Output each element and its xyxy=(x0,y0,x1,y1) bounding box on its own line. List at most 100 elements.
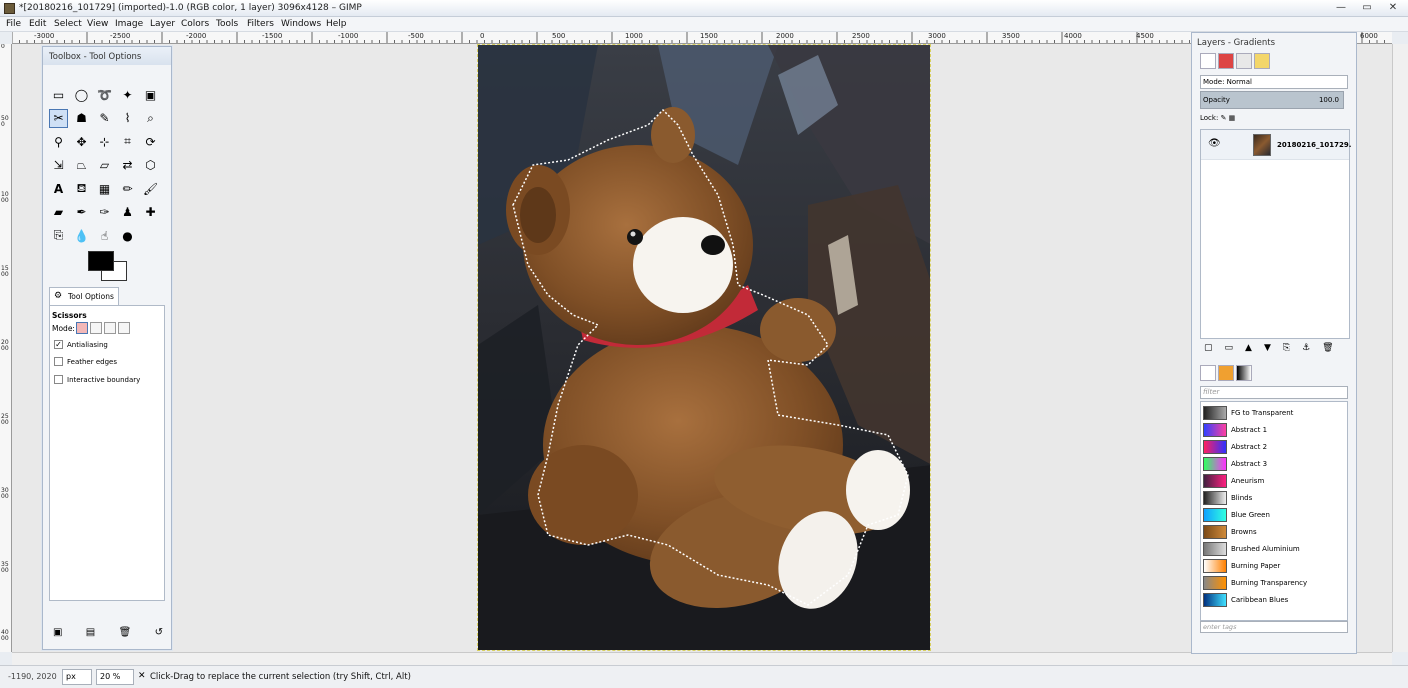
clone-tool-icon[interactable]: ⎘ xyxy=(49,226,68,245)
raise-layer-icon[interactable]: ▲ xyxy=(1245,343,1252,353)
antialiasing-checkbox[interactable]: ✓ xyxy=(54,340,63,349)
filter-input[interactable]: filter xyxy=(1200,386,1348,399)
tab-patterns[interactable] xyxy=(1218,365,1234,381)
scissors-select-tool-icon[interactable]: ✂ xyxy=(49,108,68,128)
feather-edges-option[interactable]: Feather edges xyxy=(54,357,117,366)
layer-mode-select[interactable]: Mode: Normal xyxy=(1200,75,1348,89)
zoom-tool-icon[interactable]: ⌕ xyxy=(141,109,160,128)
gradient-item[interactable]: Abstract 2 xyxy=(1201,438,1339,455)
image-canvas[interactable] xyxy=(477,44,931,651)
rotate-tool-icon[interactable]: ⟳ xyxy=(141,132,160,151)
bucket-fill-tool-icon[interactable]: ⛾ xyxy=(72,179,91,198)
mypaint-brush-tool-icon[interactable]: ♟ xyxy=(118,203,137,222)
tags-input[interactable]: enter tags xyxy=(1200,621,1348,633)
visibility-eye-icon[interactable]: 👁 xyxy=(1208,138,1221,149)
tab-layers[interactable] xyxy=(1200,53,1216,69)
maximize-button[interactable]: ▭ xyxy=(1356,2,1378,15)
cage-tool-icon[interactable]: ⬡ xyxy=(141,156,160,175)
pencil-tool-icon[interactable]: ✏ xyxy=(118,179,137,198)
menu-filters[interactable]: Filters xyxy=(247,19,274,29)
measure-tool-icon[interactable]: ⚲ xyxy=(49,132,68,151)
gradient-item[interactable]: Brushed Aluminium xyxy=(1201,540,1339,557)
tab-brushes[interactable] xyxy=(1200,365,1216,381)
gradient-item[interactable]: Burning Paper xyxy=(1201,557,1339,574)
gradient-item[interactable]: Burning Transparency xyxy=(1201,574,1339,591)
foreground-select-tool-icon[interactable]: ☗ xyxy=(72,109,91,128)
horizontal-scrollbar[interactable] xyxy=(12,652,1392,665)
zoom-select[interactable]: 20 % xyxy=(96,669,134,685)
vertical-scrollbar[interactable] xyxy=(1392,44,1408,652)
blur-tool-icon[interactable]: 💧 xyxy=(72,226,91,245)
unit-select[interactable]: px xyxy=(62,669,92,685)
menu-colors[interactable]: Colors xyxy=(181,19,209,29)
gradient-item[interactable]: Blinds xyxy=(1201,489,1339,506)
anchor-layer-icon[interactable]: ⚓ xyxy=(1302,343,1310,353)
duplicate-layer-icon[interactable]: ⎘ xyxy=(1283,343,1290,353)
free-select-tool-icon[interactable]: ➰ xyxy=(95,85,114,104)
new-group-icon[interactable]: ▭ xyxy=(1225,343,1234,353)
gradient-item[interactable]: Abstract 1 xyxy=(1201,421,1339,438)
gradient-item[interactable]: Browns xyxy=(1201,523,1339,540)
fuzzy-select-tool-icon[interactable]: ✦ xyxy=(118,85,137,104)
delete-layer-icon[interactable]: 🗑 xyxy=(1322,343,1333,353)
layer-row[interactable]: 👁 20180216_101729. xyxy=(1201,130,1351,160)
interactive-boundary-checkbox[interactable] xyxy=(54,375,63,384)
menu-select[interactable]: Select xyxy=(54,19,82,29)
blend-tool-icon[interactable]: ▦ xyxy=(95,179,114,198)
paths-tool-icon[interactable]: ✎ xyxy=(95,109,114,128)
gradient-item[interactable]: FG to Transparent xyxy=(1201,404,1339,421)
menu-tools[interactable]: Tools xyxy=(216,19,238,29)
gradient-item[interactable]: Caribbean Blues xyxy=(1201,591,1339,608)
save-options-icon[interactable]: ▣ xyxy=(53,627,62,638)
move-tool-icon[interactable]: ✥ xyxy=(72,132,91,151)
heal-tool-icon[interactable]: ✚ xyxy=(141,203,160,222)
smudge-tool-icon[interactable]: ☝ xyxy=(95,226,114,245)
mode-replace-button[interactable] xyxy=(76,322,88,334)
tab-paths[interactable] xyxy=(1236,53,1252,69)
airbrush-tool-icon[interactable]: ✒ xyxy=(72,203,91,222)
menu-view[interactable]: View xyxy=(87,19,108,29)
delete-options-icon[interactable]: 🗑 xyxy=(119,627,132,638)
lower-layer-icon[interactable]: ▼ xyxy=(1264,343,1271,353)
rect-select-tool-icon[interactable]: ▭ xyxy=(49,85,68,104)
menu-image[interactable]: Image xyxy=(115,19,143,29)
mode-subtract-button[interactable] xyxy=(104,322,116,334)
shear-tool-icon[interactable]: ⏢ xyxy=(72,156,91,175)
gradient-item[interactable]: Blue Green xyxy=(1201,506,1339,523)
mode-add-button[interactable] xyxy=(90,322,102,334)
gradient-item[interactable]: Abstract 3 xyxy=(1201,455,1339,472)
tab-undo[interactable] xyxy=(1254,53,1270,69)
tab-gradients[interactable] xyxy=(1236,365,1252,381)
perspective-tool-icon[interactable]: ⏥ xyxy=(95,156,114,175)
reset-options-icon[interactable]: ↺ xyxy=(155,627,163,638)
tab-channels[interactable] xyxy=(1218,53,1234,69)
paintbrush-tool-icon[interactable]: 🖌 xyxy=(141,179,160,198)
gradient-item[interactable]: Aneurism xyxy=(1201,472,1339,489)
scale-tool-icon[interactable]: ⇲ xyxy=(49,156,68,175)
antialiasing-option[interactable]: ✓ Antialiasing xyxy=(54,340,108,349)
feather-edges-checkbox[interactable] xyxy=(54,357,63,366)
by-color-select-tool-icon[interactable]: ▣ xyxy=(141,85,160,104)
text-tool-icon[interactable]: A xyxy=(49,179,68,198)
mode-intersect-button[interactable] xyxy=(118,322,130,334)
dodge-burn-tool-icon[interactable]: ● xyxy=(118,226,137,245)
close-button[interactable]: ✕ xyxy=(1382,2,1404,15)
menu-file[interactable]: File xyxy=(6,19,21,29)
menu-layer[interactable]: Layer xyxy=(150,19,175,29)
vertical-ruler[interactable]: 0 500 1000 1500 2000 2500 3000 3500 4000 xyxy=(0,44,12,652)
new-layer-icon[interactable]: ▢ xyxy=(1204,343,1213,353)
restore-options-icon[interactable]: ▤ xyxy=(86,627,95,638)
gradients-list[interactable]: FG to Transparent Abstract 1 Abstract 2 … xyxy=(1200,401,1348,621)
minimize-button[interactable]: — xyxy=(1330,2,1352,15)
foreground-color-swatch[interactable] xyxy=(88,251,114,271)
opacity-slider[interactable]: Opacity 100.0 xyxy=(1200,91,1344,109)
menu-edit[interactable]: Edit xyxy=(29,19,46,29)
horizontal-ruler[interactable]: -3000 -2500 -2000 -1500 -1000 -500 0 500… xyxy=(12,32,1392,44)
lock-pixels-icon[interactable]: ✎ ▦ xyxy=(1221,114,1236,122)
color-picker-tool-icon[interactable]: ⌇ xyxy=(118,109,137,128)
interactive-boundary-option[interactable]: Interactive boundary xyxy=(54,375,140,384)
eraser-tool-icon[interactable]: ▰ xyxy=(49,203,68,222)
flip-tool-icon[interactable]: ⇄ xyxy=(118,156,137,175)
tab-tool-options[interactable]: ⚙ Tool Options xyxy=(49,287,119,305)
menu-help[interactable]: Help xyxy=(326,19,347,29)
